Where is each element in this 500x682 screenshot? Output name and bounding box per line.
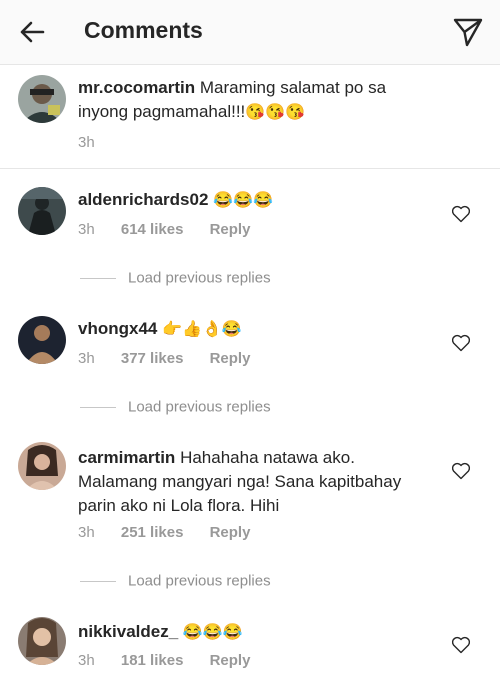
- comment-emojis: 👉👍👌😂: [162, 321, 242, 338]
- avatar[interactable]: [18, 187, 66, 235]
- caption-username[interactable]: mr.cocomartin: [78, 78, 195, 97]
- comment-emojis: 😂😂😂: [213, 192, 273, 209]
- comment-likes[interactable]: 614 likes: [121, 221, 184, 238]
- caption-time: 3h: [78, 134, 95, 151]
- load-previous-replies[interactable]: Load previous replies: [80, 398, 271, 416]
- back-arrow-icon[interactable]: [18, 18, 46, 46]
- comment-time: 3h: [78, 221, 95, 238]
- avatar[interactable]: [18, 442, 66, 490]
- caption-block: mr.cocomartin Maraming salamat po sa iny…: [0, 64, 500, 169]
- comment-meta: 3h 377 likes Reply: [78, 350, 272, 367]
- avatar[interactable]: [18, 617, 66, 665]
- comment-time: 3h: [78, 524, 95, 541]
- caption-text: mr.cocomartin Maraming salamat po sa iny…: [78, 76, 428, 125]
- reply-button[interactable]: Reply: [210, 524, 251, 541]
- load-previous-replies[interactable]: Load previous replies: [80, 269, 271, 287]
- reply-button[interactable]: Reply: [210, 652, 251, 669]
- replies-divider: [80, 580, 116, 582]
- heart-icon[interactable]: [451, 636, 471, 654]
- comment-meta: 3h 181 likes Reply: [78, 652, 272, 669]
- comment-text: nikkivaldez_ 😂😂😂: [78, 620, 428, 645]
- load-replies-label: Load previous replies: [128, 398, 271, 416]
- replies-divider: [80, 277, 116, 279]
- load-replies-label: Load previous replies: [128, 269, 271, 287]
- heart-icon[interactable]: [451, 334, 471, 352]
- comment-meta: 3h 614 likes Reply: [78, 221, 272, 238]
- heart-icon[interactable]: [451, 462, 471, 480]
- load-replies-label: Load previous replies: [128, 572, 271, 590]
- load-previous-replies[interactable]: Load previous replies: [80, 572, 271, 590]
- reply-button[interactable]: Reply: [210, 350, 251, 367]
- comment-username[interactable]: carmimartin: [78, 448, 175, 467]
- comment-text: vhongx44 👉👍👌😂: [78, 317, 428, 342]
- comment-emojis: 😂😂😂: [182, 624, 243, 641]
- comment-meta: 3h 251 likes Reply: [78, 524, 272, 541]
- comment-username[interactable]: aldenrichards02: [78, 190, 208, 209]
- comment-text: carmimartin Hahahaha natawa ako. Malaman…: [78, 446, 428, 518]
- replies-divider: [80, 406, 116, 408]
- comment-time: 3h: [78, 350, 95, 367]
- comment-time: 3h: [78, 652, 95, 669]
- comment-likes[interactable]: 251 likes: [121, 524, 184, 541]
- caption-meta: 3h: [78, 134, 117, 151]
- caption-emojis: 😘😘😘: [245, 104, 306, 121]
- avatar[interactable]: [18, 75, 66, 123]
- comment-likes[interactable]: 377 likes: [121, 350, 184, 367]
- comment-username[interactable]: nikkivaldez_: [78, 622, 178, 641]
- reply-button[interactable]: Reply: [210, 221, 251, 238]
- header-bar: Comments: [0, 0, 500, 65]
- avatar[interactable]: [18, 316, 66, 364]
- heart-icon[interactable]: [451, 205, 471, 223]
- comment-username[interactable]: vhongx44: [78, 319, 157, 338]
- paper-plane-icon[interactable]: [452, 16, 484, 48]
- comment-likes[interactable]: 181 likes: [121, 652, 184, 669]
- page-title: Comments: [84, 17, 203, 43]
- comment-text: aldenrichards02 😂😂😂: [78, 188, 428, 213]
